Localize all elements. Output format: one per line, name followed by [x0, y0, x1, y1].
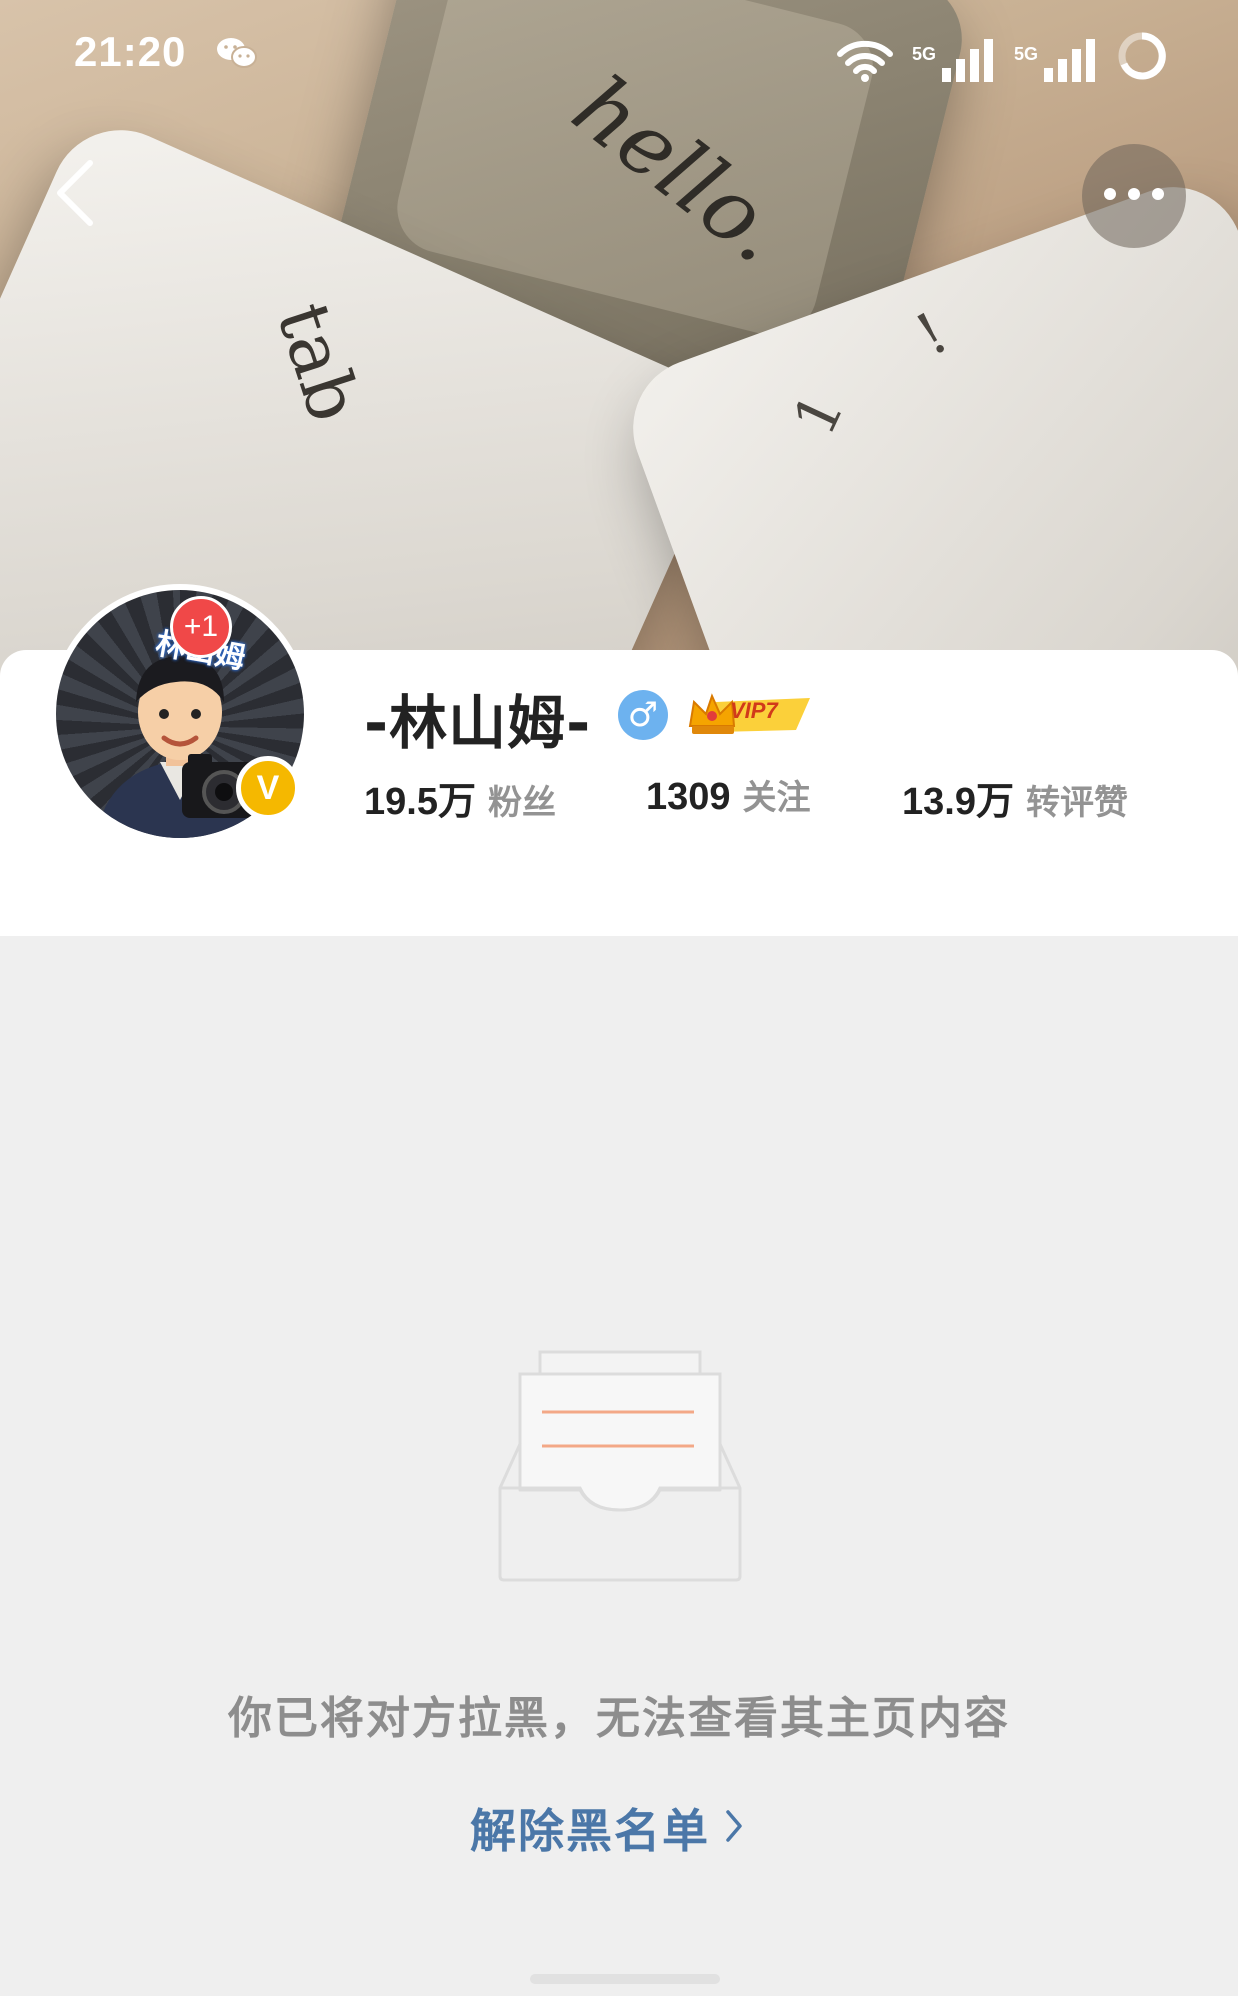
profile-stats: 19.5万 粉丝 1309 关注 13.9万 转评赞: [364, 770, 1184, 823]
stat-followers-value: 19.5万: [364, 781, 476, 823]
chevron-right-icon: [724, 1801, 744, 1855]
male-icon: ♂: [618, 690, 668, 740]
username: -林山姆-: [364, 689, 592, 757]
stat-following-label: 关注: [742, 778, 811, 818]
stat-interactions[interactable]: 13.9万 转评赞: [902, 770, 1128, 825]
more-button[interactable]: [1082, 144, 1186, 248]
wechat-icon: [216, 36, 258, 75]
status-bar: 21:20 5G 5G: [0, 0, 1238, 110]
unblock-label: 解除黑名单: [470, 1804, 710, 1858]
chevron-left-icon: [52, 157, 98, 233]
wifi-icon: [836, 38, 894, 87]
vip-badge[interactable]: VIP7: [686, 690, 814, 740]
status-icons: 5G 5G: [836, 30, 1168, 87]
stat-interactions-value: 13.9万: [902, 781, 1014, 823]
battery-ring-icon: [1116, 30, 1168, 87]
unblock-button[interactable]: 解除黑名单: [470, 1796, 744, 1860]
inbox-tray-icon: [480, 1340, 760, 1590]
vip-label: VIP7: [730, 698, 778, 723]
signal-icon: [940, 38, 996, 87]
network-label-1: 5G: [911, 44, 936, 64]
blocked-message: 你已将对方拉黑，无法查看其主页内容: [228, 1693, 1010, 1744]
stat-interactions-label: 转评赞: [1025, 783, 1128, 823]
signal-icon: [1042, 38, 1098, 87]
status-time: 21:20: [74, 28, 187, 75]
network-label-2: 5G: [1013, 44, 1038, 64]
stat-followers-label: 粉丝: [487, 783, 556, 823]
home-indicator[interactable]: [530, 1974, 720, 1984]
back-button[interactable]: [40, 150, 110, 240]
verified-badge: V: [236, 756, 300, 820]
notification-badge: +1: [170, 596, 232, 658]
stat-following-value: 1309: [646, 776, 731, 818]
stat-followers[interactable]: 19.5万 粉丝: [364, 770, 556, 825]
stat-following[interactable]: 1309 关注: [646, 770, 811, 819]
more-dots-icon: [1102, 186, 1166, 206]
